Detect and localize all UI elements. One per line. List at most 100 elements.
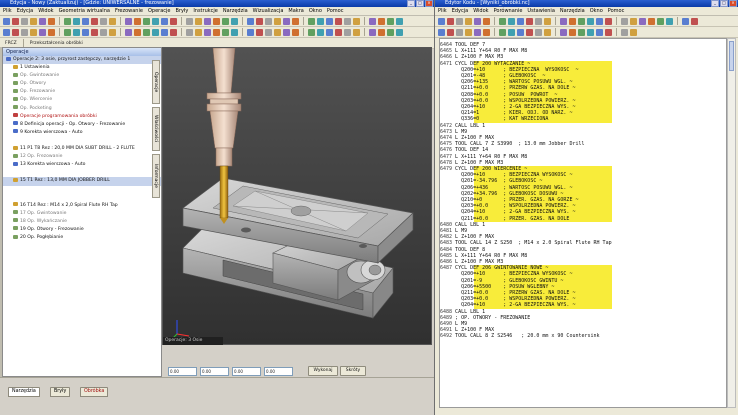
y-field[interactable]: 0.00	[200, 367, 229, 376]
toolbar-button-icon[interactable]	[596, 28, 603, 36]
toolbar-button-icon[interactable]	[344, 28, 351, 36]
cam-menu-item[interactable]: Geometria wirtualna	[59, 8, 110, 14]
toolbar-button-icon[interactable]	[161, 17, 168, 25]
toolbar-button-icon[interactable]	[292, 28, 299, 36]
toolbar-button-icon[interactable]	[535, 17, 542, 25]
toolbar-button-icon[interactable]	[125, 28, 132, 36]
toolbar-button-icon[interactable]	[438, 28, 445, 36]
cam-menu-item[interactable]: Okno	[309, 8, 322, 14]
cam-menu-item[interactable]: Pomoc	[327, 8, 344, 14]
cam-menu-item[interactable]: Edycja	[17, 8, 34, 14]
toolbar-button-icon[interactable]	[48, 28, 55, 36]
toolbar-button-icon[interactable]	[438, 17, 445, 25]
tree-item[interactable]: 15 T1 Rez : 13,0 MM DIA JOBBER DRILL	[3, 177, 161, 186]
toolbar-button-icon[interactable]	[378, 28, 385, 36]
tree-item[interactable]	[3, 137, 161, 145]
side-tab-operations[interactable]: Operacje	[152, 60, 160, 104]
toolbar-button-icon[interactable]	[508, 17, 515, 25]
toolbar-button-icon[interactable]	[587, 17, 594, 25]
toolbar-button-icon[interactable]	[535, 28, 542, 36]
editor-menu-item[interactable]: Pomoc	[608, 8, 625, 14]
toolbar-button-icon[interactable]	[335, 28, 342, 36]
3d-viewport[interactable]	[162, 47, 432, 345]
editor-menu-item[interactable]: Widok	[473, 8, 488, 14]
cam-menu-item[interactable]: Narzędzia	[223, 8, 248, 14]
tree-item[interactable]: 12 Op. Frezowanie	[3, 153, 161, 161]
toolbar-button-icon[interactable]	[256, 17, 263, 25]
toolbar-button-icon[interactable]	[569, 17, 576, 25]
toolbar-button-icon[interactable]	[100, 28, 107, 36]
toolbar-button-icon[interactable]	[621, 17, 628, 25]
toolbar-button-icon[interactable]	[369, 28, 376, 36]
shortcuts-button[interactable]: Skróty	[340, 366, 366, 376]
tree-item[interactable]	[3, 169, 161, 177]
tree-item[interactable]: Op. Gwintowanie	[3, 72, 161, 80]
toolbar-button-icon[interactable]	[82, 17, 89, 25]
editor-menu-item[interactable]: Narzędzia	[560, 8, 585, 14]
toolbar-button-icon[interactable]	[152, 28, 159, 36]
toolbar-button-icon[interactable]	[100, 17, 107, 25]
x-field[interactable]: 0.00	[168, 367, 197, 376]
toolbar-button-icon[interactable]	[91, 17, 98, 25]
toolbar-button-icon[interactable]	[256, 28, 263, 36]
toolbar-button-icon[interactable]	[231, 17, 238, 25]
toolbar-button-icon[interactable]	[691, 17, 698, 25]
toolbar-button-icon[interactable]	[186, 28, 193, 36]
toolbar-button-icon[interactable]	[12, 28, 19, 36]
toolbar-button-icon[interactable]	[483, 17, 490, 25]
cam-menu-item[interactable]: Instrukcje	[193, 8, 218, 14]
tree-item[interactable]: Op. Otwory	[3, 80, 161, 88]
toolbar-button-icon[interactable]	[456, 17, 463, 25]
toolbar-button-icon[interactable]	[308, 17, 315, 25]
code-area[interactable]: 6464 TOOL DEF 7 6465 L X+111 Y+64 R0 F MA…	[439, 38, 727, 408]
toolbar-button-icon[interactable]	[517, 28, 524, 36]
toolbar-button-icon[interactable]	[204, 28, 211, 36]
z-field[interactable]: 0.00	[232, 367, 261, 376]
toolbar-button-icon[interactable]	[39, 17, 46, 25]
tree-item[interactable]: 13 Korekta wierszowa - Auto	[3, 161, 161, 169]
toolbar-button-icon[interactable]	[64, 17, 71, 25]
cam-menu-item[interactable]: Widok	[38, 8, 53, 14]
scrollbar-thumb[interactable]	[729, 41, 734, 71]
toolbar-button-icon[interactable]	[231, 28, 238, 36]
toolbar-button-icon[interactable]	[64, 28, 71, 36]
toolbar-button-icon[interactable]	[125, 17, 132, 25]
toolbar-button-icon[interactable]	[335, 17, 342, 25]
toolbar-button-icon[interactable]	[474, 17, 481, 25]
cam-menu-item[interactable]: Frezowanie	[115, 8, 143, 14]
toolbar-button-icon[interactable]	[387, 17, 394, 25]
toolbar-button-icon[interactable]	[222, 28, 229, 36]
toolbar-button-icon[interactable]	[283, 17, 290, 25]
toolbar-button-icon[interactable]	[265, 28, 272, 36]
tree-item[interactable]	[3, 186, 161, 194]
vertical-scrollbar[interactable]	[727, 38, 736, 408]
toolbar-button-icon[interactable]	[21, 28, 28, 36]
toolbar-button-icon[interactable]	[247, 17, 254, 25]
toolbar-button-icon[interactable]	[587, 28, 594, 36]
toolbar-button-icon[interactable]	[456, 28, 463, 36]
toolbar-button-icon[interactable]	[353, 17, 360, 25]
toolbar-button-icon[interactable]	[578, 17, 585, 25]
toolbar-button-icon[interactable]	[134, 17, 141, 25]
tree-item[interactable]: 8 Definicja operacji - Op. Otwory - Frez…	[3, 121, 161, 129]
tree-item[interactable]: Op. Frezowanie	[3, 88, 161, 96]
editor-menu-item[interactable]: Porównanie	[494, 8, 523, 14]
toolbar-button-icon[interactable]	[544, 28, 551, 36]
toolbar-button-icon[interactable]	[186, 17, 193, 25]
toolbar-button-icon[interactable]	[39, 28, 46, 36]
minimize-icon[interactable]: _	[407, 0, 415, 7]
side-tab-properties[interactable]: Właściwości	[152, 107, 160, 151]
toolbar-button-icon[interactable]	[666, 17, 673, 25]
toolbar-button-icon[interactable]	[317, 17, 324, 25]
side-tab-info[interactable]: Informacje	[152, 154, 160, 198]
toolbar-button-icon[interactable]	[396, 28, 403, 36]
tree-item[interactable]: 11 P1 T8 Rez : 20,0 MM DIA SUBT DRILL - …	[3, 145, 161, 153]
toolbar-button-icon[interactable]	[369, 17, 376, 25]
toolbar-button-icon[interactable]	[222, 17, 229, 25]
toolbar-button-icon[interactable]	[526, 28, 533, 36]
editor-menu-item[interactable]: Okno	[590, 8, 603, 14]
toolbar-mode-label[interactable]: FRCZ	[3, 41, 19, 46]
minimize-icon[interactable]: _	[711, 0, 719, 7]
toolbar-button-icon[interactable]	[605, 17, 612, 25]
toolbar-button-icon[interactable]	[578, 28, 585, 36]
